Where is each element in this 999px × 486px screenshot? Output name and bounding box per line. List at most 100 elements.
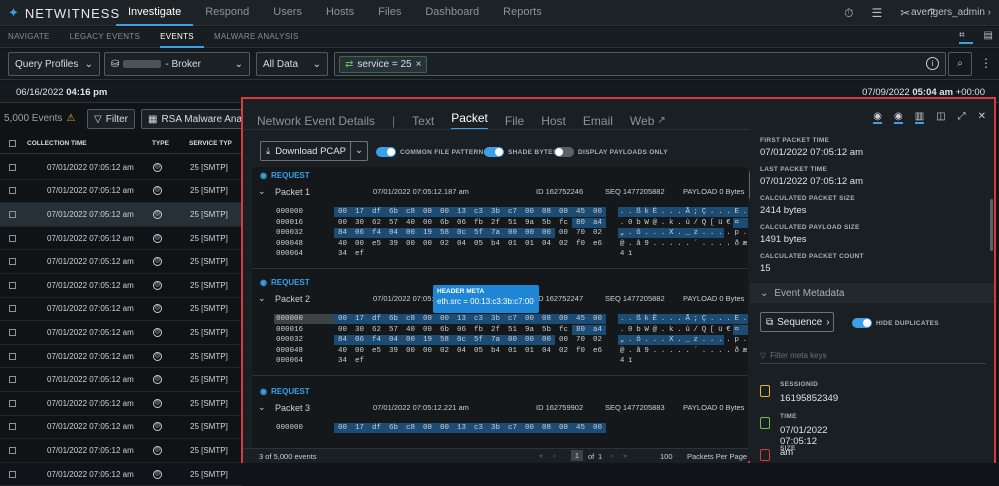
row-checkbox[interactable]	[9, 470, 16, 478]
hex-byte[interactable]: fb	[470, 218, 487, 228]
request-toggle-icon[interactable]: ◉	[873, 111, 882, 124]
meta-scrollbar[interactable]	[990, 199, 993, 251]
hex-byte[interactable]: 00	[419, 239, 436, 249]
hex-byte[interactable]: 00	[402, 239, 419, 249]
hex-byte[interactable]: 5f	[470, 335, 487, 345]
page-input[interactable]: 1	[571, 450, 583, 461]
table-row[interactable]: 07/01/2022 07:05:12 am ◎ 25 [SMTP]	[0, 250, 243, 274]
filter-button[interactable]: ▽ Filter	[87, 109, 135, 129]
hex-byte[interactable]: 00	[334, 218, 351, 228]
row-checkbox[interactable]	[9, 163, 16, 171]
hex-byte[interactable]: 00	[334, 423, 351, 433]
tab-host[interactable]: Host	[541, 114, 566, 128]
list-icon[interactable]: ☰	[871, 6, 882, 21]
row-checkbox[interactable]	[9, 446, 16, 454]
query-profiles-select[interactable]: Query Profiles ⌄	[8, 52, 100, 76]
hex-byte[interactable]: 51	[504, 325, 521, 335]
hex-byte[interactable]: 00	[589, 207, 606, 217]
hex-byte[interactable]: 30	[351, 325, 368, 335]
hex-byte[interactable]: 00	[521, 335, 538, 345]
hex-byte[interactable]: 08	[538, 423, 555, 433]
hex-byte[interactable]: 30	[351, 218, 368, 228]
hex-byte[interactable]: 05	[470, 346, 487, 356]
hex-byte[interactable]: 5b	[538, 218, 555, 228]
hex-byte[interactable]: 06	[351, 228, 368, 238]
query-pill[interactable]: ⇄ service = 25 ×	[339, 56, 428, 73]
logo[interactable]: ✦ NETWITNESS	[8, 5, 120, 21]
table-row[interactable]: 07/01/2022 07:05:12 am ◎ 25 [SMTP]	[0, 227, 243, 251]
filter-meta-input[interactable]: ▽ Filter meta keys	[760, 348, 986, 364]
tab-network-event-details[interactable]: Network Event Details	[257, 114, 375, 128]
hex-byte[interactable]: 00	[334, 314, 351, 324]
hex-byte[interactable]: 00	[504, 228, 521, 238]
table-row[interactable]: 07/01/2022 07:05:12 am ◎ 25 [SMTP]	[0, 416, 243, 440]
hex-byte[interactable]: 5b	[538, 325, 555, 335]
hex-byte[interactable]: 00	[419, 346, 436, 356]
tools-icon[interactable]: ✂	[900, 6, 910, 21]
table-row[interactable]: 07/01/2022 07:05:12 am ◎ 25 [SMTP]	[0, 203, 243, 227]
column-profile-select[interactable]: ▦RSA Malware Analysis	[141, 109, 245, 129]
row-checkbox[interactable]	[9, 187, 16, 195]
hex-byte[interactable]: 40	[402, 325, 419, 335]
nav-files[interactable]: Files	[366, 0, 413, 26]
hex-byte[interactable]: a4	[589, 217, 606, 228]
hex-byte[interactable]: 45	[572, 207, 589, 217]
hex-byte[interactable]: 02	[555, 239, 572, 249]
hex-byte[interactable]: 62	[368, 218, 385, 228]
col-collection-time[interactable]: COLLECTION TIME	[27, 140, 87, 147]
hex-byte[interactable]: e5	[368, 346, 385, 356]
hex-byte[interactable]: 06	[351, 335, 368, 345]
row-checkbox[interactable]	[9, 234, 16, 242]
table-row[interactable]: 07/01/2022 07:05:12 am ◎ 25 [SMTP]	[0, 180, 243, 204]
select-all-checkbox[interactable]	[9, 140, 16, 147]
hex-byte[interactable]: 34	[334, 249, 351, 259]
hex-byte[interactable]: ef	[351, 249, 368, 259]
hex-byte[interactable]: 5f	[470, 228, 487, 238]
hex-byte[interactable]: 3b	[487, 423, 504, 433]
row-checkbox[interactable]	[9, 210, 16, 218]
hex-byte[interactable]: 02	[555, 346, 572, 356]
hex-byte[interactable]: 19	[419, 228, 436, 238]
packet-header[interactable]: ⌄ Packet 3 07/01/2022 07:05:12.221 am ID 16…	[258, 402, 746, 413]
hex-byte[interactable]: 13	[453, 423, 470, 433]
hex-byte[interactable]: 00	[538, 228, 555, 238]
hex-byte[interactable]: 00	[402, 228, 419, 238]
hex-byte[interactable]: 2f	[487, 325, 504, 335]
hex-byte[interactable]: 3b	[487, 314, 504, 324]
hex-byte[interactable]: 08	[538, 314, 555, 324]
hex-byte[interactable]: 58	[436, 335, 453, 345]
hex-byte[interactable]: 02	[436, 239, 453, 249]
hex-byte[interactable]: 02	[589, 228, 606, 238]
subnav-events[interactable]: EVENTS	[160, 27, 204, 48]
hex-byte[interactable]: 80	[572, 217, 589, 228]
hex-byte[interactable]: 40	[334, 239, 351, 249]
hex-byte[interactable]: c7	[504, 207, 521, 217]
hex-byte[interactable]: 00	[436, 314, 453, 324]
hex-byte[interactable]: 00	[555, 207, 572, 217]
hex-byte[interactable]: c3	[470, 423, 487, 433]
hex-byte[interactable]: 6b	[385, 314, 402, 324]
hex-byte[interactable]: 00	[538, 335, 555, 345]
hex-byte[interactable]: 04	[538, 346, 555, 356]
hex-byte[interactable]: 01	[504, 239, 521, 249]
table-row[interactable]: 07/01/2022 07:05:12 am ◎ 25 [SMTP]	[0, 368, 243, 392]
hex-byte[interactable]: 00	[589, 314, 606, 324]
hex-byte[interactable]: 04	[538, 239, 555, 249]
hex-byte[interactable]: 00	[436, 207, 453, 217]
row-checkbox[interactable]	[9, 352, 16, 360]
hex-byte[interactable]: 00	[555, 228, 572, 238]
nav-respond[interactable]: Respond	[193, 0, 261, 26]
hex-byte[interactable]: a4	[589, 324, 606, 335]
hex-byte[interactable]: 70	[572, 335, 589, 345]
col-type[interactable]: TYPE	[152, 140, 169, 147]
hex-byte[interactable]: b4	[487, 239, 504, 249]
hex-byte[interactable]: 00	[436, 423, 453, 433]
download-options-chevron[interactable]: ⌄	[350, 141, 368, 161]
row-checkbox[interactable]	[9, 305, 16, 313]
hex-byte[interactable]: 45	[572, 314, 589, 324]
download-pcap-button[interactable]: ⤓ Download PCAP ⌄	[260, 141, 368, 161]
tab-web[interactable]: Web	[630, 114, 654, 128]
query-input[interactable]: ⇄ service = 25 × i	[334, 52, 946, 76]
hex-byte[interactable]: 00	[521, 314, 538, 324]
hex-byte[interactable]: 57	[385, 218, 402, 228]
